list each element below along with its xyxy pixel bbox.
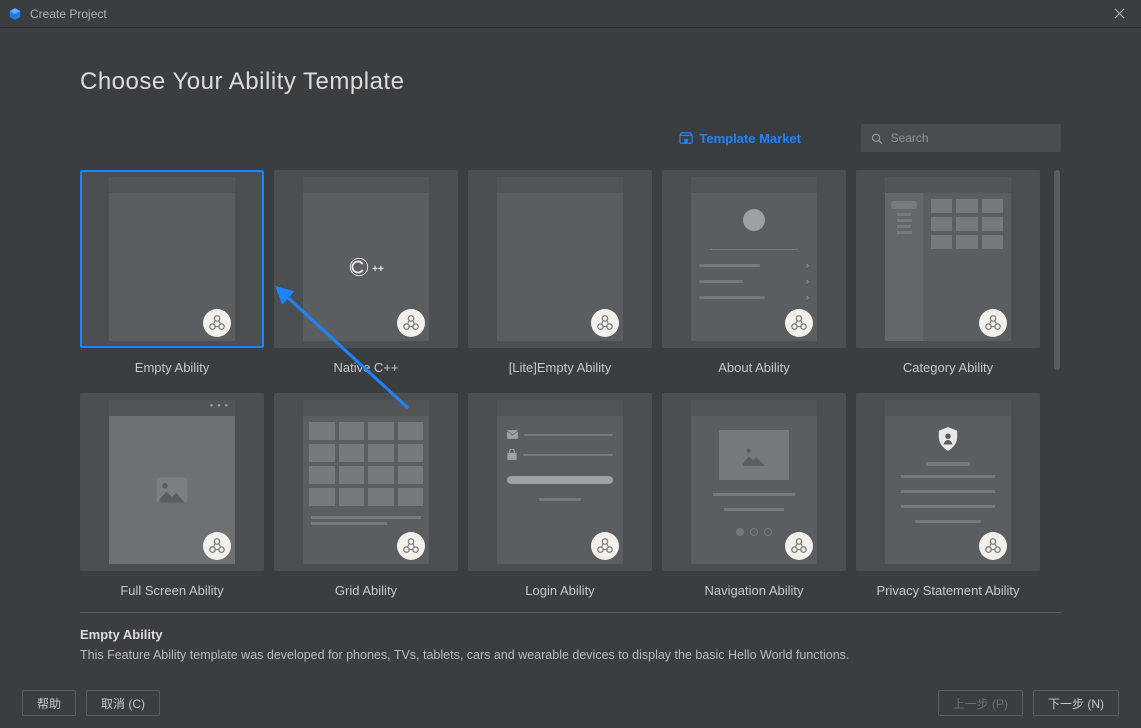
search-box[interactable]	[861, 124, 1061, 152]
cpp-icon	[348, 256, 370, 278]
shield-icon	[937, 426, 959, 452]
template-label: Native C++	[333, 360, 398, 375]
template-label: Navigation Ability	[705, 583, 804, 598]
divider	[80, 612, 1061, 613]
template-card-empty-ability[interactable]: Empty Ability	[80, 170, 264, 375]
template-card-login[interactable]: Login Ability	[468, 393, 652, 598]
template-card-privacy[interactable]: Privacy Statement Ability	[856, 393, 1040, 598]
image-icon	[741, 444, 767, 466]
template-label: Full Screen Ability	[120, 583, 223, 598]
grid-scrollbar[interactable]	[1053, 170, 1061, 598]
cancel-button[interactable]: 取消 (C)	[86, 690, 160, 716]
harmony-badge-icon	[203, 309, 231, 337]
harmony-badge-icon	[591, 532, 619, 560]
footer: 帮助 取消 (C) 上一步 (P) 下一步 (N)	[0, 678, 1141, 728]
template-card-lite-empty[interactable]: [Lite]Empty Ability	[468, 170, 652, 375]
harmony-badge-icon	[785, 532, 813, 560]
harmony-badge-icon	[203, 532, 231, 560]
template-label: Empty Ability	[135, 360, 209, 375]
close-button[interactable]	[1105, 0, 1133, 28]
harmony-badge-icon	[591, 309, 619, 337]
template-label: Grid Ability	[335, 583, 397, 598]
prev-button: 上一步 (P)	[938, 690, 1023, 716]
template-card-grid[interactable]: Grid Ability	[274, 393, 458, 598]
help-button[interactable]: 帮助	[22, 690, 76, 716]
app-logo-icon	[8, 7, 22, 21]
template-card-native-cpp[interactable]: ++ Native C++	[274, 170, 458, 375]
template-grid: Empty Ability ++ Native C++	[80, 170, 1041, 598]
search-icon	[871, 132, 883, 145]
harmony-badge-icon	[397, 309, 425, 337]
template-label: Login Ability	[525, 583, 594, 598]
harmony-badge-icon	[785, 309, 813, 337]
image-icon	[155, 476, 189, 504]
lock-icon	[507, 449, 517, 460]
next-button[interactable]: 下一步 (N)	[1033, 690, 1119, 716]
template-label: About Ability	[718, 360, 790, 375]
search-input[interactable]	[891, 131, 1051, 145]
market-icon	[679, 131, 693, 145]
template-card-category[interactable]: Category Ability	[856, 170, 1040, 375]
description-title: Empty Ability	[80, 627, 1061, 642]
harmony-badge-icon	[397, 532, 425, 560]
template-market-link[interactable]: Template Market	[679, 131, 801, 146]
template-card-fullscreen[interactable]: Full Screen Ability	[80, 393, 264, 598]
window-title: Create Project	[30, 7, 107, 21]
mail-icon	[507, 430, 518, 439]
scrollbar-thumb[interactable]	[1054, 170, 1060, 370]
template-card-about[interactable]: › › › About Ability	[662, 170, 846, 375]
template-label: Privacy Statement Ability	[876, 583, 1019, 598]
harmony-badge-icon	[979, 532, 1007, 560]
template-card-navigation[interactable]: Navigation Ability	[662, 393, 846, 598]
template-label: Category Ability	[903, 360, 993, 375]
description-panel: Empty Ability This Feature Ability templ…	[80, 627, 1061, 662]
titlebar: Create Project	[0, 0, 1141, 28]
description-text: This Feature Ability template was develo…	[80, 648, 1061, 662]
harmony-badge-icon	[979, 309, 1007, 337]
template-label: [Lite]Empty Ability	[509, 360, 612, 375]
page-title: Choose Your Ability Template	[80, 68, 1061, 96]
